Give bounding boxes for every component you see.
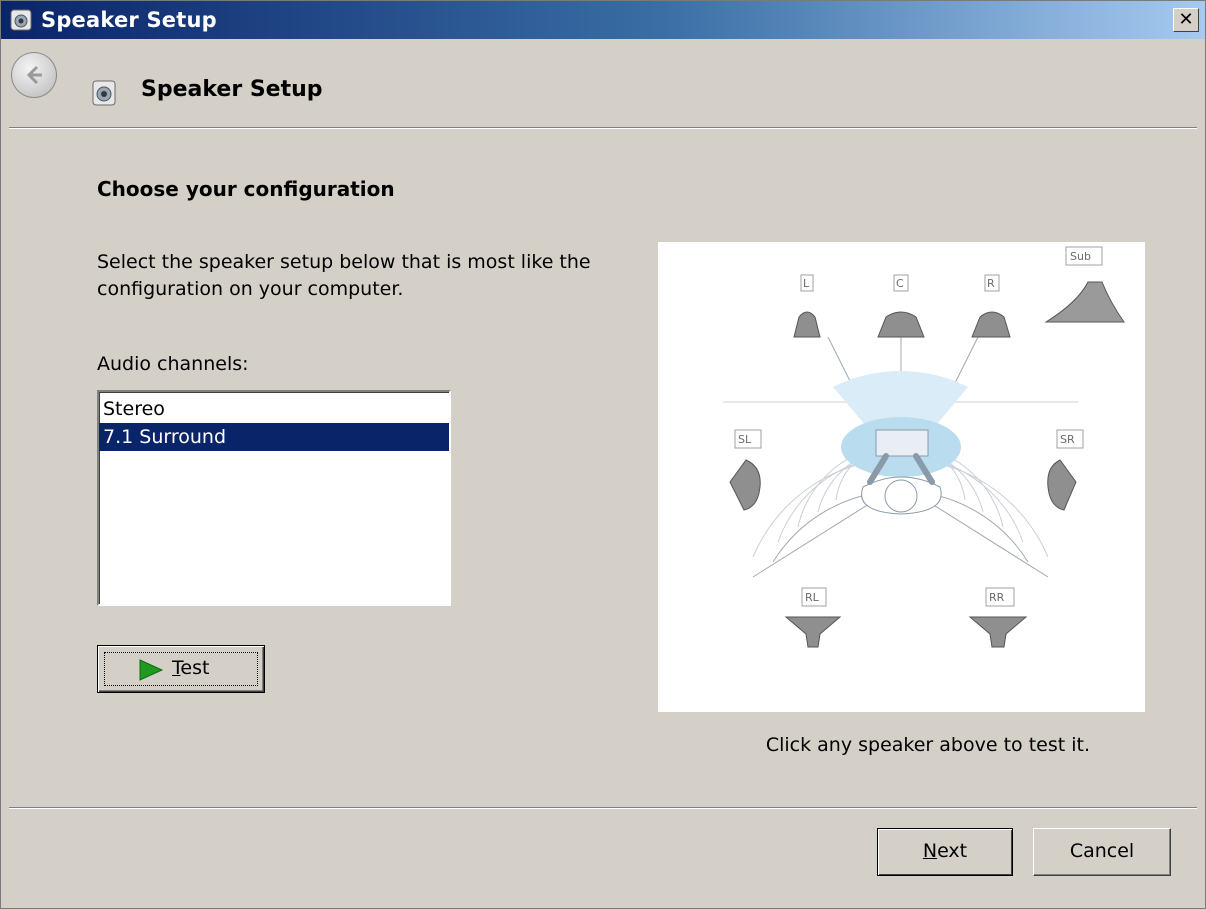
section-heading: Choose your configuration xyxy=(97,177,395,201)
test-button-label: Test xyxy=(172,657,210,679)
speaker-right[interactable]: R xyxy=(971,274,1011,338)
list-item-7-1-surround[interactable]: 7.1 Surround xyxy=(99,423,449,451)
speaker-left[interactable]: L xyxy=(793,274,821,338)
speaker-diagram: L C R Sub SL SR RL RR xyxy=(658,242,1145,712)
window-title: Speaker Setup xyxy=(41,8,217,32)
speaker-rear-left[interactable]: RL xyxy=(784,587,842,648)
svg-text:C: C xyxy=(896,277,904,290)
instructions-text: Select the speaker setup below that is m… xyxy=(97,251,591,300)
speaker-sub[interactable]: Sub xyxy=(1044,246,1125,323)
speaker-icon xyxy=(91,79,119,107)
svg-text:RL: RL xyxy=(805,591,820,604)
list-item-stereo[interactable]: Stereo xyxy=(99,395,449,423)
svg-text:SR: SR xyxy=(1060,433,1075,446)
title-bar[interactable]: Speaker Setup ✕ xyxy=(1,1,1205,39)
audio-channels-label: Audio channels: xyxy=(97,353,249,375)
cancel-button[interactable]: Cancel xyxy=(1033,828,1171,876)
audio-channels-listbox[interactable]: Stereo 7.1 Surround xyxy=(97,390,451,606)
svg-text:L: L xyxy=(803,277,810,290)
divider xyxy=(9,128,1197,129)
navigation-bar: Speaker Setup xyxy=(1,39,1205,127)
play-icon xyxy=(139,659,164,681)
back-button[interactable] xyxy=(11,52,57,98)
test-button[interactable]: Test xyxy=(97,645,265,693)
divider xyxy=(9,808,1197,809)
close-icon: ✕ xyxy=(1178,9,1194,30)
speaker-center[interactable]: C xyxy=(877,274,925,338)
back-arrow-icon xyxy=(26,65,42,85)
next-button[interactable]: Next xyxy=(877,828,1013,876)
speaker-icon xyxy=(9,8,33,32)
page-title: Speaker Setup xyxy=(141,77,323,102)
speaker-rear-right[interactable]: RR xyxy=(968,587,1028,648)
svg-text:Sub: Sub xyxy=(1070,250,1091,263)
svg-text:SL: SL xyxy=(738,433,752,446)
speaker-side-left[interactable]: SL xyxy=(729,429,762,511)
svg-text:RR: RR xyxy=(989,591,1005,604)
close-button[interactable]: ✕ xyxy=(1173,8,1199,32)
speaker-side-right[interactable]: SR xyxy=(1047,429,1084,511)
speaker-setup-window: Speaker Setup ✕ Speaker Setup Choose you… xyxy=(0,0,1206,909)
diagram-caption: Click any speaker above to test it. xyxy=(765,734,1090,756)
svg-text:R: R xyxy=(987,277,995,290)
